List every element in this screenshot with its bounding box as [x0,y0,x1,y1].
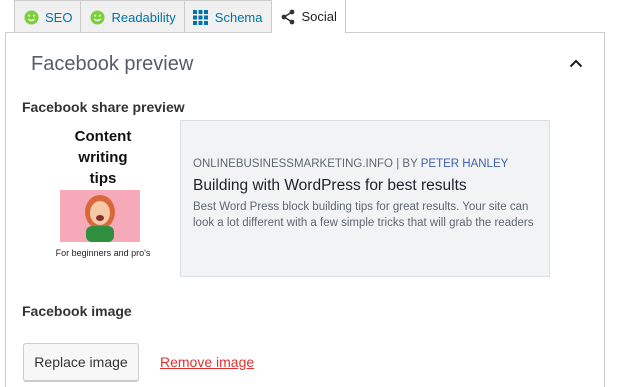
chevron-up-icon [569,55,583,73]
tab-label: Schema [214,9,263,25]
share-icon [280,9,296,25]
source-domain: ONLINEBUSINESSMARKETING.INFO [193,158,394,170]
tab-label: Social [301,9,337,24]
tab-social[interactable]: Social [271,0,346,33]
image-title: Content writing tips [74,128,132,187]
tab-schema[interactable]: Schema [184,0,272,33]
tab-label: Readability [111,9,176,25]
source-separator: | BY [393,158,421,170]
grid-icon [193,9,209,25]
replace-image-button[interactable]: Replace image [23,343,139,381]
remove-image-link[interactable]: Remove image [160,354,254,370]
collapse-button[interactable] [566,55,586,73]
smiley-icon [89,9,105,25]
woman-photo [60,190,140,242]
panel-header[interactable]: Facebook preview [6,33,604,95]
image-caption: For beginners and pro's [55,248,151,258]
facebook-image-label: Facebook image [22,303,132,319]
tab-bar: SEO Readability Schema Social [14,0,346,33]
panel-title: Facebook preview [31,53,194,75]
card-description: Best Word Press block building tips for … [193,201,534,229]
facebook-preview-panel: Facebook preview Facebook share preview … [5,32,605,387]
tab-label: SEO [45,9,73,25]
preview-image[interactable]: Content writing tips For beginners and pro… [26,120,180,274]
share-preview-label: Facebook share preview [22,99,185,115]
tab-seo[interactable]: SEO [14,0,82,33]
tab-readability[interactable]: Readability [81,0,185,33]
smiley-icon [23,9,39,25]
source-author: PETER HANLEY [420,158,509,170]
share-preview-card[interactable]: ONLINEBUSINESSMARKETING.INFO | BY PETER … [180,120,550,277]
card-source: ONLINEBUSINESSMARKETING.INFO | BY PETER … [193,158,508,170]
card-title: Building with WordPress for best results [193,177,467,194]
